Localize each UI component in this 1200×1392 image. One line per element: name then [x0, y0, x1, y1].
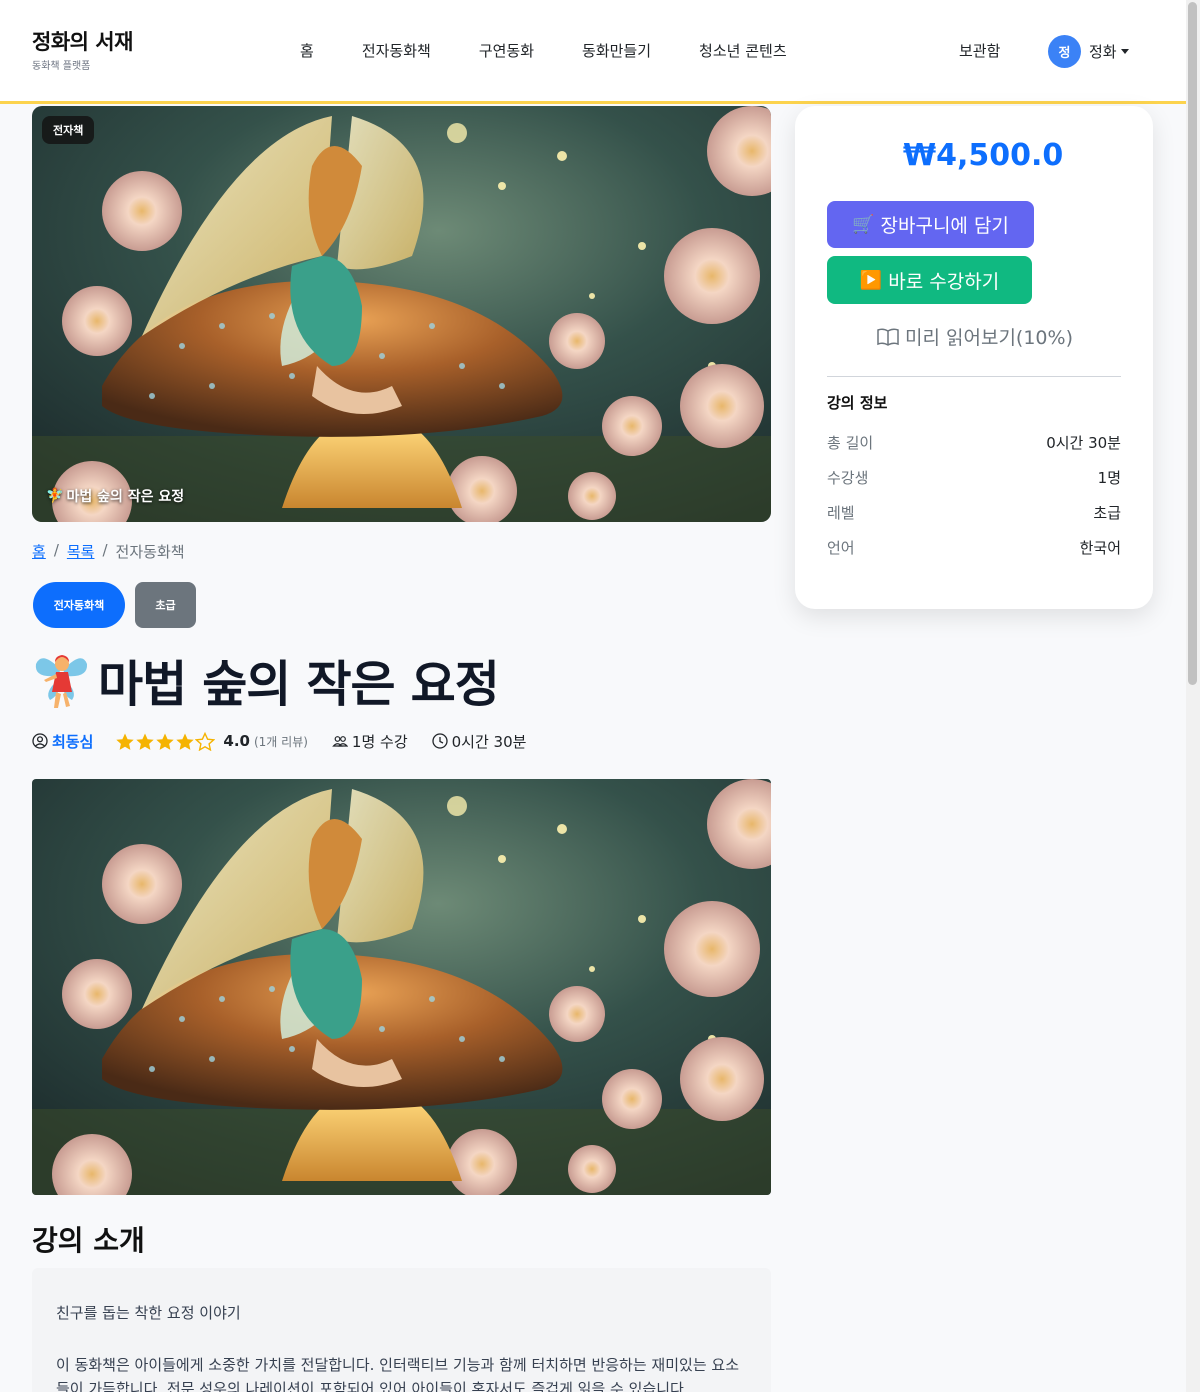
price: ₩4,500.0 [903, 138, 1064, 173]
fairy-emoji-icon: 🧚 [46, 488, 64, 504]
intro-heading: 강의 소개 [32, 1224, 145, 1257]
info-key: 언어 [827, 539, 855, 557]
fairy-illustration [32, 106, 771, 522]
course-info-title: 강의 정보 [827, 394, 888, 412]
info-row-students: 수강생 1명 [827, 467, 1121, 488]
info-value: 한국어 [1079, 539, 1121, 557]
info-value: 초급 [1093, 504, 1121, 522]
info-key: 총 길이 [827, 434, 874, 452]
breadcrumb-list[interactable]: 목록 [67, 541, 95, 562]
course-duration: 0시간 30분 [451, 732, 527, 751]
star-empty-icon [195, 731, 216, 751]
purchase-card [795, 106, 1153, 609]
page-scrollbar[interactable] [1186, 0, 1200, 1392]
user-menu[interactable]: 정 정화 [1048, 35, 1129, 68]
nav-link-ebooks[interactable]: 전자동화책 [362, 40, 431, 61]
play-icon: ▶️ [859, 269, 883, 291]
preview-label: 미리 읽어보기(10%) [905, 327, 1073, 349]
caret-down-icon [1120, 49, 1129, 54]
info-key: 레벨 [827, 504, 855, 522]
author-link[interactable]: 최동심 [52, 731, 93, 752]
hero-caption: 🧚 마법 숲의 작은 요정 [46, 486, 184, 506]
user-name: 정화 [1089, 43, 1117, 61]
preview-link[interactable]: 미리 읽어보기(10%) [877, 323, 1073, 350]
info-row-level: 레벨 초급 [827, 502, 1121, 523]
fairy-icon [35, 654, 88, 708]
info-value: 0시간 30분 [1046, 434, 1121, 452]
info-row-length: 총 길이 0시간 30분 [827, 432, 1121, 453]
nav-link-youth-content[interactable]: 청소년 콘텐츠 [699, 40, 787, 61]
student-count: 1명 수강 [351, 732, 408, 751]
add-to-cart-button[interactable]: 🛒 장바구니에 담기 [827, 201, 1034, 248]
course-image [32, 779, 771, 1195]
nav-link-storytelling[interactable]: 구연동화 [479, 40, 534, 61]
breadcrumb-current: 전자동화책 [115, 543, 185, 561]
breadcrumb: 홈 / 목록 / 전자동화책 [32, 541, 185, 562]
level-badge: 초급 [135, 582, 196, 628]
fairy-illustration [32, 779, 771, 1195]
intro-description: 이 동화책은 아이들에게 소중한 가치를 전달합니다. 인터랙티브 기능과 함께… [56, 1356, 739, 1392]
course-title: 마법 숲의 작은 요정 [98, 656, 500, 713]
category-badge: 전자동화책 [33, 582, 125, 628]
hero-image: 전자책 🧚 마법 숲의 작은 요정 [32, 106, 771, 522]
clock-icon [431, 733, 448, 749]
nav-link-home[interactable]: 홈 [300, 40, 314, 61]
nav-link-archive[interactable]: 보관함 [959, 40, 1000, 61]
star-filled-icon [136, 733, 155, 750]
intro-summary: 친구를 돕는 착한 요정 이야기 [56, 1304, 241, 1322]
rating-value: 4.0 [223, 732, 250, 750]
top-navbar: 정화의 서재 동화책 플랫폼 홈 전자동화책 구연동화 동화만들기 청소년 콘텐… [0, 0, 1186, 104]
people-icon [332, 736, 348, 747]
course-meta: 최동심 4.0 (1개 리뷰) 1명 수강 0시간 30분 [32, 730, 526, 752]
avatar: 정 [1048, 35, 1081, 68]
book-open-icon [877, 327, 899, 346]
breadcrumb-separator: / [53, 541, 59, 559]
scrollbar-thumb[interactable] [1188, 2, 1197, 685]
star-filled-icon [156, 733, 175, 750]
course-title-row: 마법 숲의 작은 요정 [32, 645, 500, 716]
star-filled-icon [116, 733, 135, 750]
breadcrumb-home[interactable]: 홈 [32, 541, 46, 562]
review-count: (1개 리뷰) [253, 734, 308, 749]
user-circle-icon [32, 733, 48, 749]
cart-icon: 🛒 [852, 214, 875, 235]
brand-title[interactable]: 정화의 서재 [32, 26, 133, 56]
info-value: 1명 [1097, 469, 1121, 487]
brand-subtitle: 동화책 플랫폼 [32, 61, 91, 72]
main-nav: 홈 전자동화책 구연동화 동화만들기 청소년 콘텐츠 [300, 40, 835, 61]
info-key: 수강생 [827, 469, 869, 487]
rating-stars [115, 731, 216, 751]
ebook-badge: 전자책 [42, 116, 95, 144]
star-filled-icon [176, 733, 195, 750]
hero-caption-text: 마법 숲의 작은 요정 [66, 489, 185, 505]
info-row-language: 언어 한국어 [827, 537, 1121, 558]
enroll-now-label: 바로 수강하기 [888, 270, 1000, 293]
divider [827, 376, 1121, 377]
nav-link-create-story[interactable]: 동화만들기 [582, 40, 651, 61]
add-to-cart-label: 장바구니에 담기 [880, 215, 1009, 237]
enroll-now-button[interactable]: ▶️ 바로 수강하기 [827, 256, 1032, 304]
breadcrumb-separator: / [102, 541, 108, 559]
